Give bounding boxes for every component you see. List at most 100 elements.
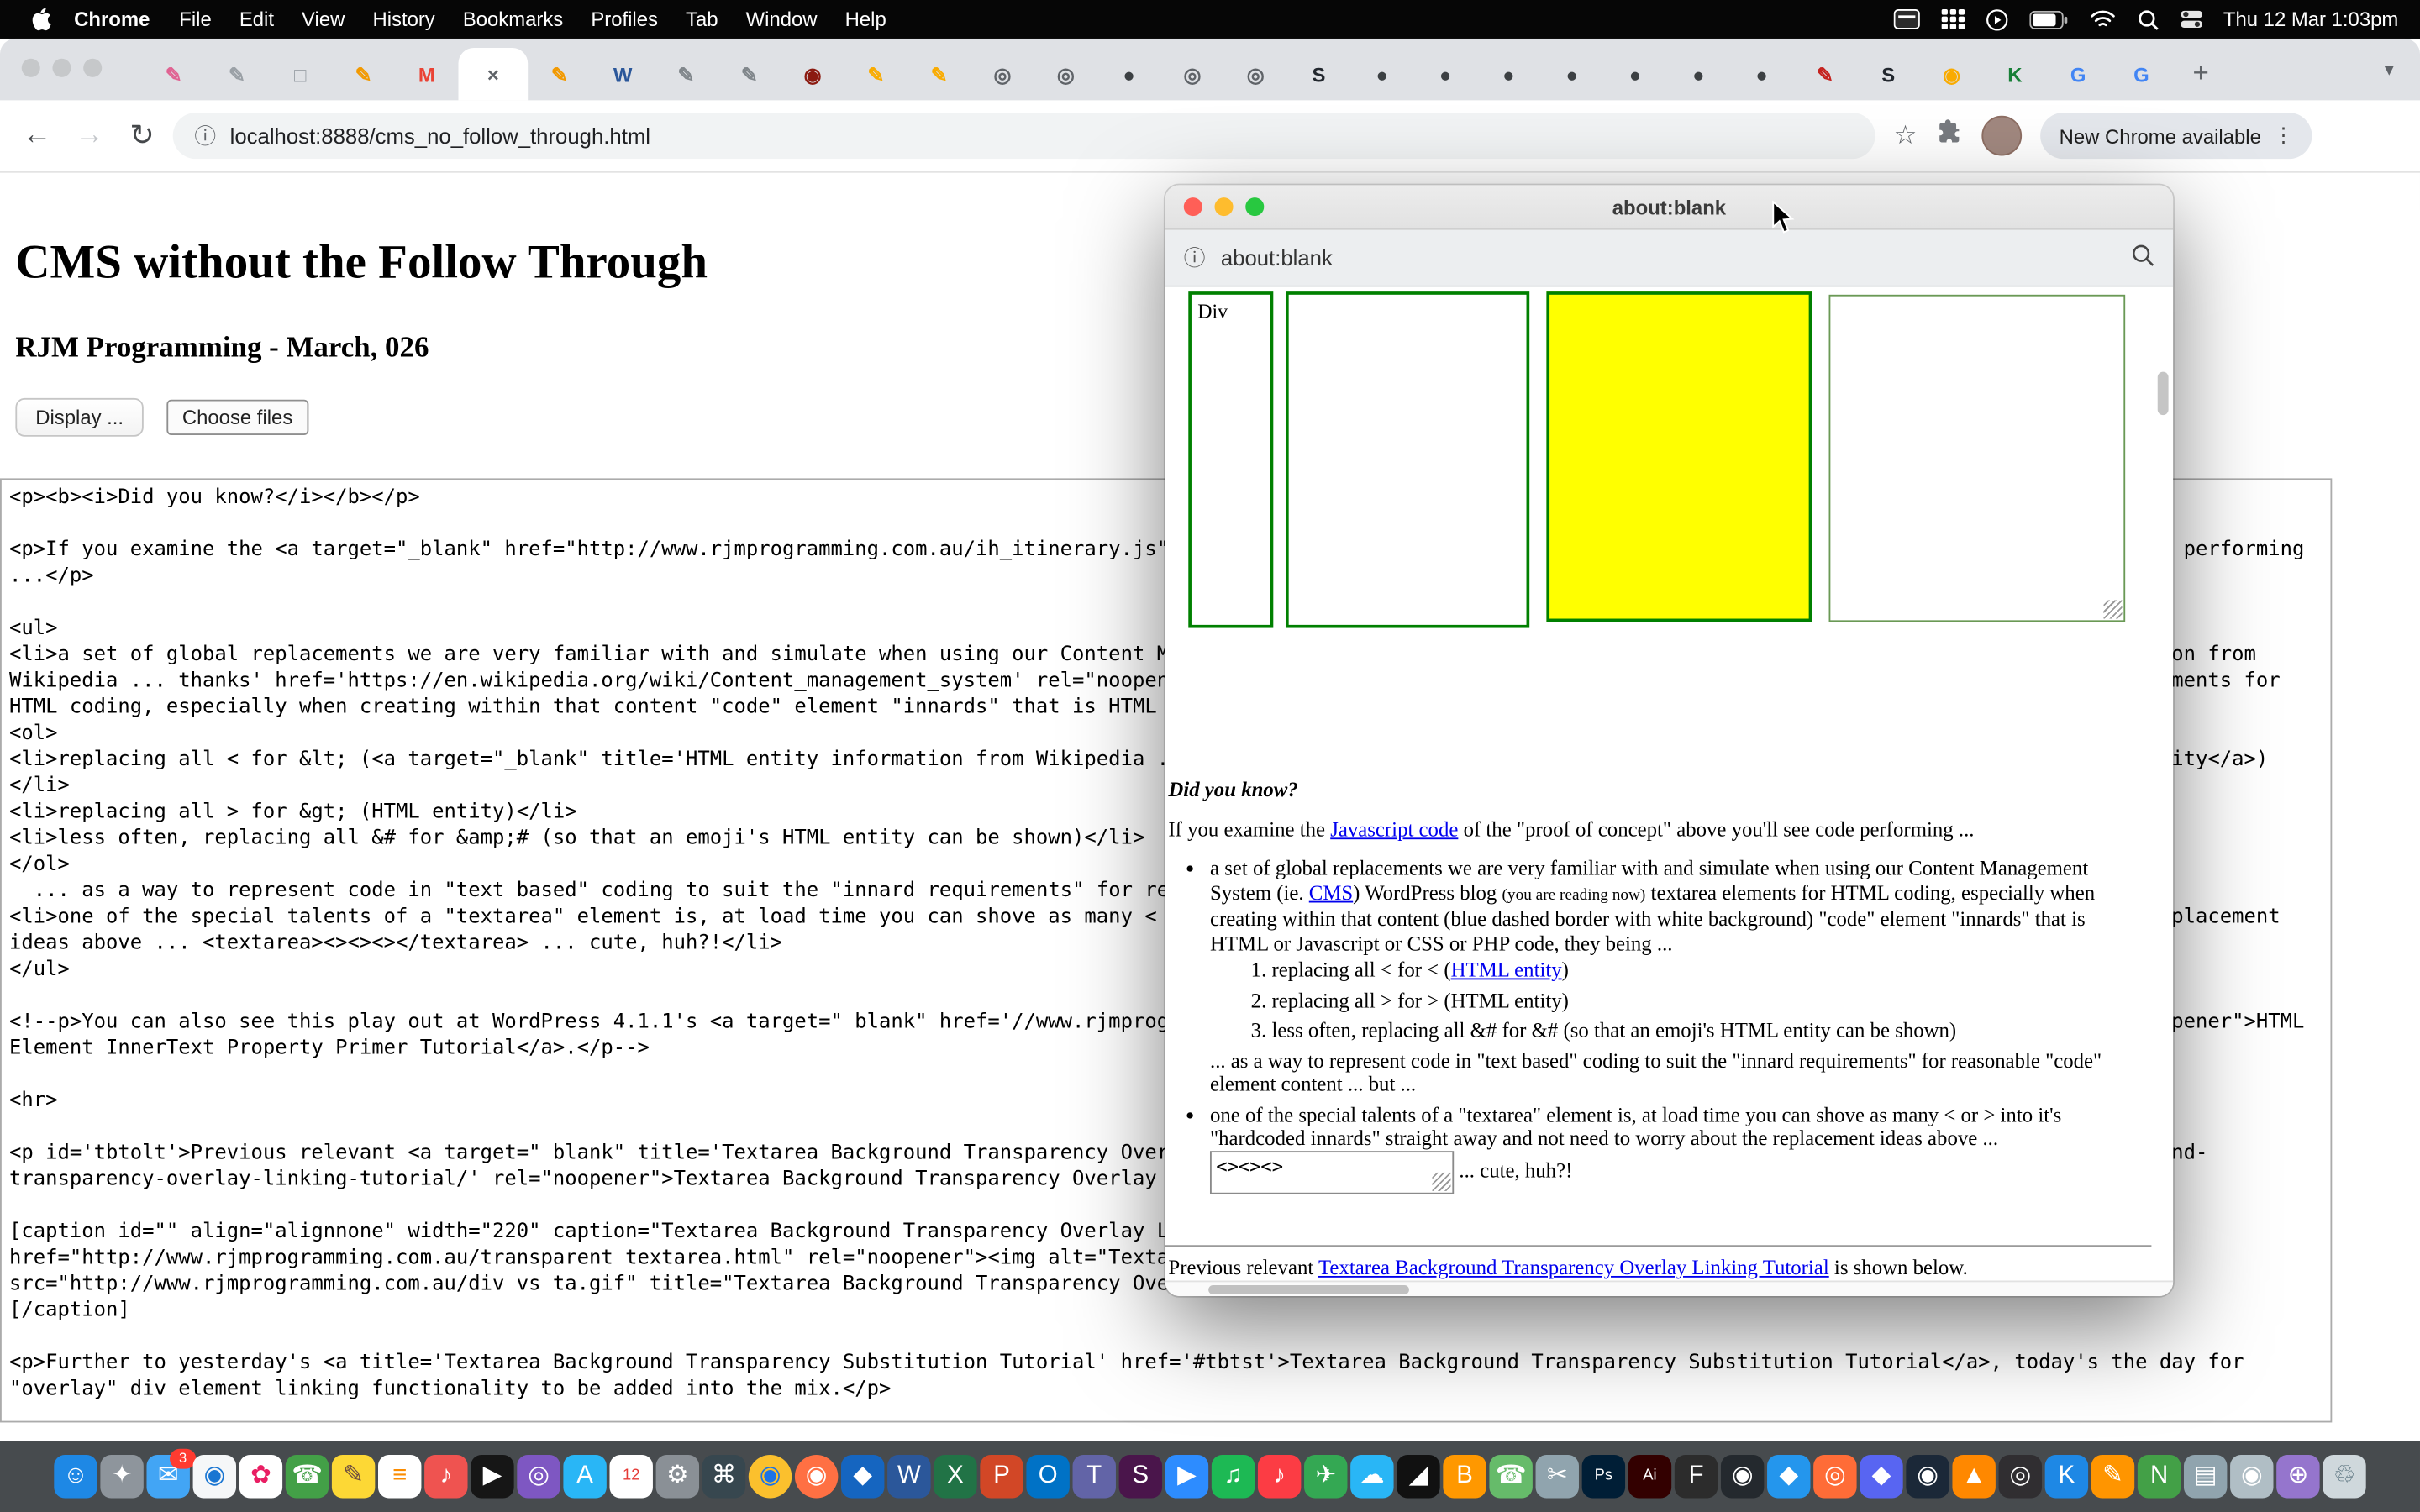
url-text[interactable]: localhost:8888/cms_no_follow_through.htm… <box>230 123 650 148</box>
browser-tab[interactable]: ✎ <box>205 48 268 100</box>
dock-icon-launchpad[interactable]: ✦ <box>100 1455 143 1498</box>
dock-icon-weather[interactable]: ☁ <box>1350 1455 1393 1498</box>
browser-tab[interactable]: M <box>395 48 458 100</box>
browser-tab[interactable]: ✎ <box>332 48 395 100</box>
dock-icon-maps[interactable]: ✈ <box>1304 1455 1347 1498</box>
resize-grip-icon[interactable] <box>2103 600 2122 618</box>
menubar-app-name[interactable]: Chrome <box>74 8 150 31</box>
popup-vertical-scrollbar[interactable] <box>2158 372 2169 415</box>
dock-icon-notes[interactable]: ✎ <box>332 1455 375 1498</box>
wifi-icon[interactable] <box>2089 9 2115 29</box>
new-tab-button[interactable]: + <box>2179 51 2222 94</box>
html-entity-link[interactable]: HTML entity <box>1451 958 1562 982</box>
profile-avatar[interactable] <box>1982 116 2023 156</box>
menu-view[interactable]: View <box>302 8 345 31</box>
dock-icon-mail[interactable]: ✉3 <box>146 1455 189 1498</box>
menu-window[interactable]: Window <box>746 8 818 31</box>
browser-tab[interactable]: ✎ <box>718 48 781 100</box>
dock-icon-settings[interactable]: ⚙ <box>656 1455 699 1498</box>
chrome-update-button[interactable]: New Chrome available ⋮ <box>2041 113 2312 159</box>
minimize-window-button[interactable] <box>52 59 71 77</box>
overlay-textarea[interactable] <box>1829 295 2126 622</box>
popup-titlebar[interactable]: about:blank <box>1165 185 2173 229</box>
resize-grip-icon[interactable] <box>1432 1172 1450 1190</box>
cms-link[interactable]: CMS <box>1309 880 1353 904</box>
browser-tab[interactable]: ◉ <box>781 48 844 100</box>
browser-tab[interactable]: ✎ <box>908 48 971 100</box>
dock-icon-finder[interactable]: ☺ <box>54 1455 97 1498</box>
popup-url-text[interactable]: about:blank <box>1221 245 1333 270</box>
browser-tab[interactable]: ● <box>1350 48 1413 100</box>
browser-tab[interactable]: □ <box>269 48 332 100</box>
site-info-icon[interactable]: ⓘ <box>1184 242 1206 273</box>
search-icon[interactable] <box>2137 8 2159 30</box>
scrollbar-thumb[interactable] <box>1208 1285 1409 1294</box>
dock-icon-downloads[interactable]: ⊕ <box>2276 1455 2319 1498</box>
control-center-icon[interactable] <box>2180 9 2202 29</box>
dock-icon-spotify[interactable]: ♫ <box>1212 1455 1255 1498</box>
extensions-puzzle-icon[interactable] <box>1936 118 1964 154</box>
address-bar[interactable]: ⓘ localhost:8888/cms_no_follow_through.h… <box>173 113 1876 159</box>
dock-icon-activity-monitor[interactable]: ▤ <box>2184 1455 2227 1498</box>
dock-icon-reminders[interactable]: ≡ <box>378 1455 421 1498</box>
dock-icon-teams[interactable]: T <box>1073 1455 1116 1498</box>
browser-tab[interactable]: ● <box>1413 48 1476 100</box>
browser-tab[interactable]: ✎ <box>528 48 591 100</box>
dock-icon-outlook[interactable]: O <box>1026 1455 1069 1498</box>
dock-icon-docker[interactable]: ◆ <box>1767 1455 1810 1498</box>
browser-tab[interactable]: ✎ <box>655 48 718 100</box>
battery-icon[interactable] <box>2028 10 2067 29</box>
dock-icon-word[interactable]: W <box>887 1455 930 1498</box>
site-info-icon[interactable]: ⓘ <box>194 120 216 151</box>
dock-icon-powerpoint[interactable]: P <box>980 1455 1023 1498</box>
browser-tab[interactable]: ✎ <box>142 48 205 100</box>
browser-tab[interactable]: ✎ <box>844 48 908 100</box>
browser-tab[interactable]: S <box>1287 48 1350 100</box>
browser-tab[interactable]: K <box>1983 48 2046 100</box>
dock-icon-pages[interactable]: ✎ <box>2091 1455 2134 1498</box>
dock-icon-disk-utility[interactable]: ◉ <box>2230 1455 2273 1498</box>
browser-tab[interactable]: ◎ <box>1034 48 1097 100</box>
dock-icon-trash[interactable]: ♲ <box>2323 1455 2365 1498</box>
bookmark-star-icon[interactable]: ☆ <box>1894 120 1918 151</box>
reload-button[interactable]: ↻ <box>120 118 163 154</box>
dock-icon-obs[interactable]: ◎ <box>1999 1455 2042 1498</box>
menu-history[interactable]: History <box>372 8 434 31</box>
dock-icon-photoshop[interactable]: Ps <box>1582 1455 1625 1498</box>
browser-tab[interactable]: G <box>2110 48 2173 100</box>
browser-tab[interactable]: ● <box>1540 48 1603 100</box>
zoom-window-button[interactable] <box>83 59 102 77</box>
menu-edit[interactable]: Edit <box>239 8 274 31</box>
dock-icon-books[interactable]: B <box>1443 1455 1486 1498</box>
close-window-button[interactable] <box>1184 197 1202 216</box>
dock-icon-stocks[interactable]: ◢ <box>1397 1455 1439 1498</box>
dock-icon-calendar[interactable]: 12 <box>610 1455 653 1498</box>
apple-menu-icon[interactable] <box>22 6 62 32</box>
demo-textarea[interactable]: <><><> <box>1210 1150 1454 1193</box>
tab-search-chevron-icon[interactable]: ▾ <box>2374 54 2405 85</box>
play-icon[interactable] <box>1986 8 2007 30</box>
minimize-window-button[interactable] <box>1215 197 1234 216</box>
back-button[interactable]: ← <box>15 118 58 152</box>
javascript-code-link[interactable]: Javascript code <box>1330 817 1458 841</box>
dock-icon-firefox[interactable]: ◉ <box>795 1455 838 1498</box>
dock-icon-vlc[interactable]: ▲ <box>1952 1455 1995 1498</box>
browser-tab[interactable]: W <box>591 48 654 100</box>
active-tab[interactable]: × <box>459 48 529 100</box>
dock-icon-keynote[interactable]: K <box>2045 1455 2088 1498</box>
dock-icon-numbers[interactable]: N <box>2138 1455 2181 1498</box>
menu-file[interactable]: File <box>179 8 211 31</box>
dock-icon-chrome[interactable]: ◉ <box>749 1455 792 1498</box>
browser-tab[interactable]: S <box>1857 48 1920 100</box>
zoom-window-button[interactable] <box>1245 197 1264 216</box>
menu-profiles[interactable]: Profiles <box>591 8 658 31</box>
browser-tab[interactable]: ● <box>1477 48 1540 100</box>
previous-tutorial-link[interactable]: Textarea Background Transparency Overlay… <box>1318 1256 1829 1279</box>
dock-icon-zoom[interactable]: ▶ <box>1165 1455 1208 1498</box>
menu-help[interactable]: Help <box>845 8 886 31</box>
dock-icon-preview[interactable]: ✂ <box>1536 1455 1579 1498</box>
dock-icon-tv[interactable]: ▶ <box>471 1455 513 1498</box>
dock-icon-photos[interactable]: ✿ <box>239 1455 282 1498</box>
browser-tab[interactable]: ◎ <box>971 48 1034 100</box>
dock-icon-music[interactable]: ♪ <box>424 1455 467 1498</box>
